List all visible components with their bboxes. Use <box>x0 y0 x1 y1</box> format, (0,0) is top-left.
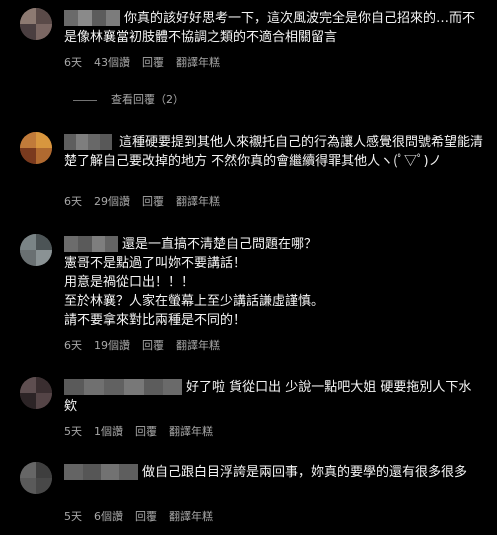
avatar[interactable] <box>20 377 52 409</box>
comment-age: 6天 <box>64 339 82 352</box>
comment-text: 好了啦 貨從口出 少說一點吧大姐 硬要拖別人下水欸 <box>64 380 472 414</box>
comment-item: 你真的該好好思考一下，這次風波完全是你自己招來的…而不是像林襄當初肢體不協調之類… <box>0 0 497 106</box>
translate-button[interactable]: 翻譯年糕 <box>169 425 213 439</box>
reply-button[interactable]: 回覆 <box>135 510 157 524</box>
like-count[interactable]: 43個讚 <box>94 56 130 70</box>
comment-meta: 6天 29個讚 回覆 翻譯年糕 <box>64 195 220 209</box>
like-count[interactable]: 19個讚 <box>94 339 130 353</box>
comment-age: 5天 <box>64 425 82 438</box>
comment-age: 5天 <box>64 510 82 523</box>
avatar[interactable] <box>20 462 52 494</box>
view-replies-button[interactable]: 查看回覆（2） <box>73 93 184 107</box>
comment-text: 還是一直搞不清楚自己問題在哪？ 憲哥不是點過了叫妳不要講話！ 用意是禍從口出！！… <box>64 237 325 328</box>
avatar[interactable] <box>20 132 52 164</box>
avatar[interactable] <box>20 8 52 40</box>
comment-text: 做自己跟白目浮誇是兩回事，妳真的要學的還有很多很多 <box>142 465 468 480</box>
reply-button[interactable]: 回覆 <box>135 425 157 439</box>
like-count[interactable]: 6個讚 <box>94 510 123 524</box>
view-replies-line <box>73 99 97 101</box>
translate-button[interactable]: 翻譯年糕 <box>176 339 220 353</box>
translate-button[interactable]: 翻譯年糕 <box>176 56 220 70</box>
comment-text: 這種硬要提到其他人來襯托自己的行為讓人感覺很問號希望能清楚了解自己要改掉的地方 … <box>64 135 484 169</box>
like-count[interactable]: 29個讚 <box>94 195 130 209</box>
translate-button[interactable]: 翻譯年糕 <box>169 510 213 524</box>
comment-meta: 5天 1個讚 回覆 翻譯年糕 <box>64 425 213 439</box>
comment-meta: 5天 6個讚 回覆 翻譯年糕 <box>64 510 213 524</box>
avatar[interactable] <box>20 234 52 266</box>
reply-button[interactable]: 回覆 <box>142 56 164 70</box>
view-replies-label: 查看回覆（2） <box>111 93 184 106</box>
reply-button[interactable]: 回覆 <box>142 339 164 353</box>
comment-meta: 6天 43個讚 回覆 翻譯年糕 <box>64 56 220 70</box>
comment-meta: 6天 19個讚 回覆 翻譯年糕 <box>64 339 220 353</box>
comment-age: 6天 <box>64 56 82 69</box>
reply-button[interactable]: 回覆 <box>142 195 164 209</box>
comment-age: 6天 <box>64 195 82 208</box>
translate-button[interactable]: 翻譯年糕 <box>176 195 220 209</box>
comment-text: 你真的該好好思考一下，這次風波完全是你自己招來的…而不是像林襄當初肢體不協調之類… <box>64 11 476 45</box>
like-count[interactable]: 1個讚 <box>94 425 123 439</box>
